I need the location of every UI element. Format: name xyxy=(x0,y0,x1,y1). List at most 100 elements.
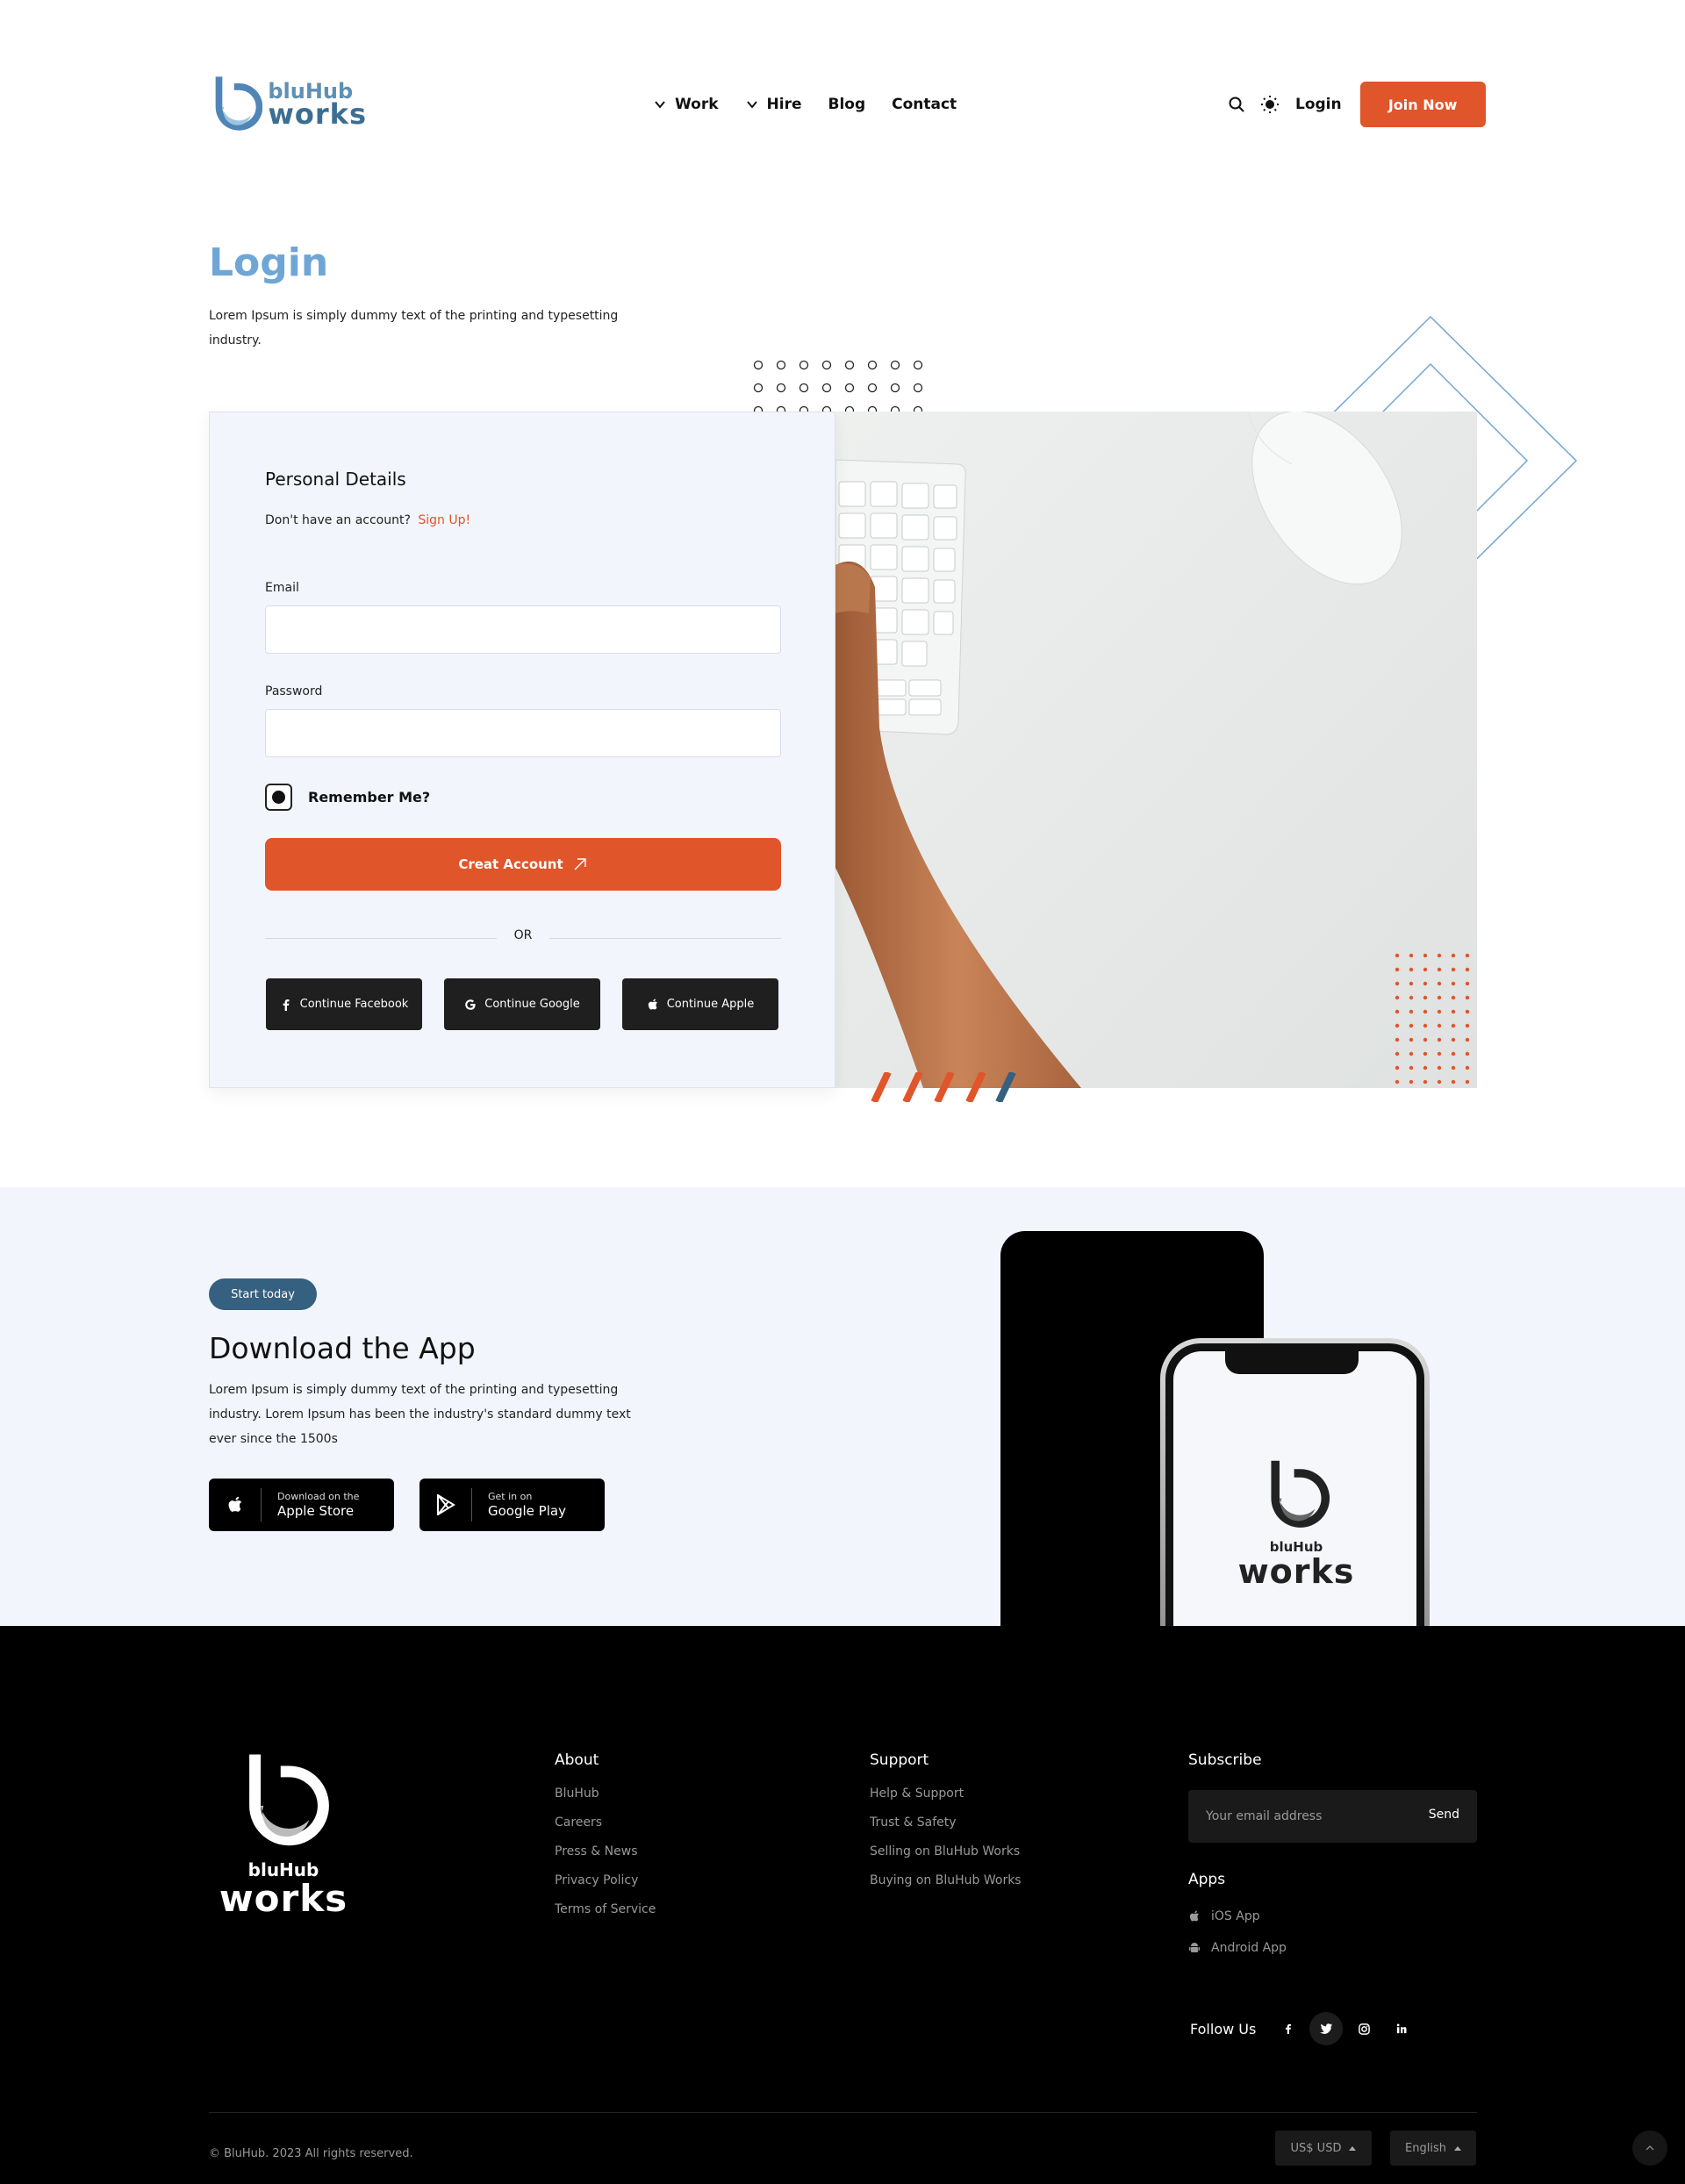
apple-icon xyxy=(1189,1910,1199,1922)
nav-label: Blog xyxy=(828,96,866,113)
nav-item-hire[interactable]: Hire xyxy=(745,96,802,113)
footer-apps-column: Apps iOS App Android App xyxy=(1188,1871,1287,1973)
decor-orange-dot xyxy=(1437,953,1442,958)
twitter-icon xyxy=(1320,2023,1333,2034)
ios-app-link[interactable]: iOS App xyxy=(1188,1909,1287,1923)
language-value: English xyxy=(1405,2141,1446,2155)
footer-logo[interactable]: bluHub works xyxy=(209,1749,358,1917)
decor-dot xyxy=(890,360,900,370)
scroll-to-top-button[interactable] xyxy=(1632,2130,1667,2166)
about-link-terms[interactable]: Terms of Service xyxy=(555,1902,656,1916)
decor-orange-dot xyxy=(1423,1079,1428,1085)
footer-subscribe-column: Subscribe xyxy=(1188,1751,1262,1787)
footer-divider xyxy=(209,2112,1477,2113)
facebook-link[interactable] xyxy=(1272,2012,1305,2045)
decor-orange-dot xyxy=(1395,953,1400,958)
currency-selector[interactable]: US$ USD xyxy=(1275,2130,1372,2166)
android-app-link[interactable]: Android App xyxy=(1188,1941,1287,1955)
email-label: Email xyxy=(265,581,299,595)
nav-item-contact[interactable]: Contact xyxy=(892,96,957,113)
social-label: Continue Apple xyxy=(666,998,755,1011)
nav-label: Hire xyxy=(766,96,802,113)
language-selector[interactable]: English xyxy=(1390,2130,1476,2166)
decor-orange-dot xyxy=(1465,981,1470,986)
decor-orange-dot xyxy=(1451,995,1456,1000)
decor-orange-dot xyxy=(1437,995,1442,1000)
decor-dot xyxy=(890,383,900,393)
decor-orange-dot xyxy=(1437,1065,1442,1071)
nav-label: Contact xyxy=(892,96,957,113)
about-link-careers[interactable]: Careers xyxy=(555,1815,656,1830)
decor-orange-dot xyxy=(1451,1037,1456,1042)
support-heading: Support xyxy=(870,1751,929,1769)
linkedin-link[interactable] xyxy=(1385,2012,1418,2045)
sun-icon xyxy=(1261,96,1279,113)
search-button[interactable] xyxy=(1227,95,1246,114)
main-nav: Work Hire Blog Contact xyxy=(653,93,983,116)
support-link-selling[interactable]: Selling on BluHub Works xyxy=(870,1844,1022,1858)
continue-google-button[interactable]: Continue Google xyxy=(444,978,600,1030)
decor-orange-dot xyxy=(1465,1051,1470,1056)
google-play-button[interactable]: Get in on Google Play xyxy=(419,1479,605,1531)
decor-orange-dot xyxy=(1395,1023,1400,1028)
join-now-button[interactable]: Join Now xyxy=(1359,82,1486,127)
decor-dot xyxy=(913,360,923,370)
footer-about-column: About BluHub Careers Press & News Privac… xyxy=(555,1751,656,1931)
about-link-press[interactable]: Press & News xyxy=(555,1844,656,1858)
support-link-trust[interactable]: Trust & Safety xyxy=(870,1815,1022,1830)
apple-icon xyxy=(648,999,657,1009)
download-title: Download the App xyxy=(209,1331,476,1365)
decor-dot xyxy=(867,383,878,393)
decor-orange-dot xyxy=(1395,981,1400,986)
decor-orange-dot xyxy=(1451,967,1456,972)
decor-orange-dot xyxy=(1409,967,1414,972)
decor-orange-dot xyxy=(1465,953,1470,958)
decor-dot xyxy=(844,383,855,393)
store-big-text: Apple Store xyxy=(277,1502,355,1519)
decor-orange-dot xyxy=(1409,981,1414,986)
decor-orange-dot xyxy=(1409,995,1414,1000)
decor-dot xyxy=(753,360,764,370)
phone-mockup: bluHub works xyxy=(1160,1338,1430,1626)
password-field[interactable] xyxy=(265,709,781,757)
checkbox-checked-indicator xyxy=(272,791,285,804)
decor-orange-dot xyxy=(1409,1051,1414,1056)
decor-orange-dot xyxy=(1395,967,1400,972)
support-link-buying[interactable]: Buying on BluHub Works xyxy=(870,1873,1022,1887)
support-link-help[interactable]: Help & Support xyxy=(870,1787,1022,1801)
subscribe-send-button[interactable]: Send xyxy=(1429,1808,1459,1822)
arrow-up-right-icon xyxy=(574,858,586,870)
decor-orange-dot xyxy=(1451,1023,1456,1028)
remember-me-checkbox[interactable] xyxy=(265,784,292,811)
about-link-privacy[interactable]: Privacy Policy xyxy=(555,1873,656,1887)
continue-apple-button[interactable]: Continue Apple xyxy=(622,978,778,1030)
subscribe-email-input[interactable] xyxy=(1188,1790,1408,1843)
phone-screen: bluHub works xyxy=(1173,1351,1416,1626)
apple-icon xyxy=(228,1496,241,1512)
or-text: OR xyxy=(513,928,533,942)
store-icon-wrap xyxy=(209,1488,262,1522)
apple-store-button[interactable]: Download on the Apple Store xyxy=(209,1479,394,1531)
facebook-icon xyxy=(283,999,290,1011)
nav-item-work[interactable]: Work xyxy=(653,96,719,113)
signup-link[interactable]: Sign Up! xyxy=(418,513,470,527)
continue-facebook-button[interactable]: Continue Facebook xyxy=(266,978,422,1030)
nav-item-blog[interactable]: Blog xyxy=(828,96,865,113)
nav-label: Work xyxy=(675,96,719,113)
about-link-bluhub[interactable]: BluHub xyxy=(555,1787,656,1801)
create-account-button[interactable]: Creat Account xyxy=(265,838,781,891)
site-logo[interactable]: bluHub works xyxy=(209,72,367,137)
follow-us-label: Follow Us xyxy=(1190,2020,1257,2037)
decor-orange-dot xyxy=(1451,981,1456,986)
phone-logo-line2: works xyxy=(1237,1552,1355,1591)
login-link[interactable]: Login xyxy=(1295,96,1342,113)
decor-orange-dot xyxy=(1465,1065,1470,1071)
instagram-link[interactable] xyxy=(1347,2012,1380,2045)
theme-toggle-button[interactable] xyxy=(1260,95,1280,114)
twitter-link[interactable] xyxy=(1309,2012,1344,2045)
page-title: Login xyxy=(209,240,329,285)
download-app-section: Start today Download the App Lorem Ipsum… xyxy=(0,1187,1685,1626)
email-field[interactable] xyxy=(265,605,781,654)
decor-orange-dot xyxy=(1451,1051,1456,1056)
decor-orange-dot xyxy=(1437,1051,1442,1056)
